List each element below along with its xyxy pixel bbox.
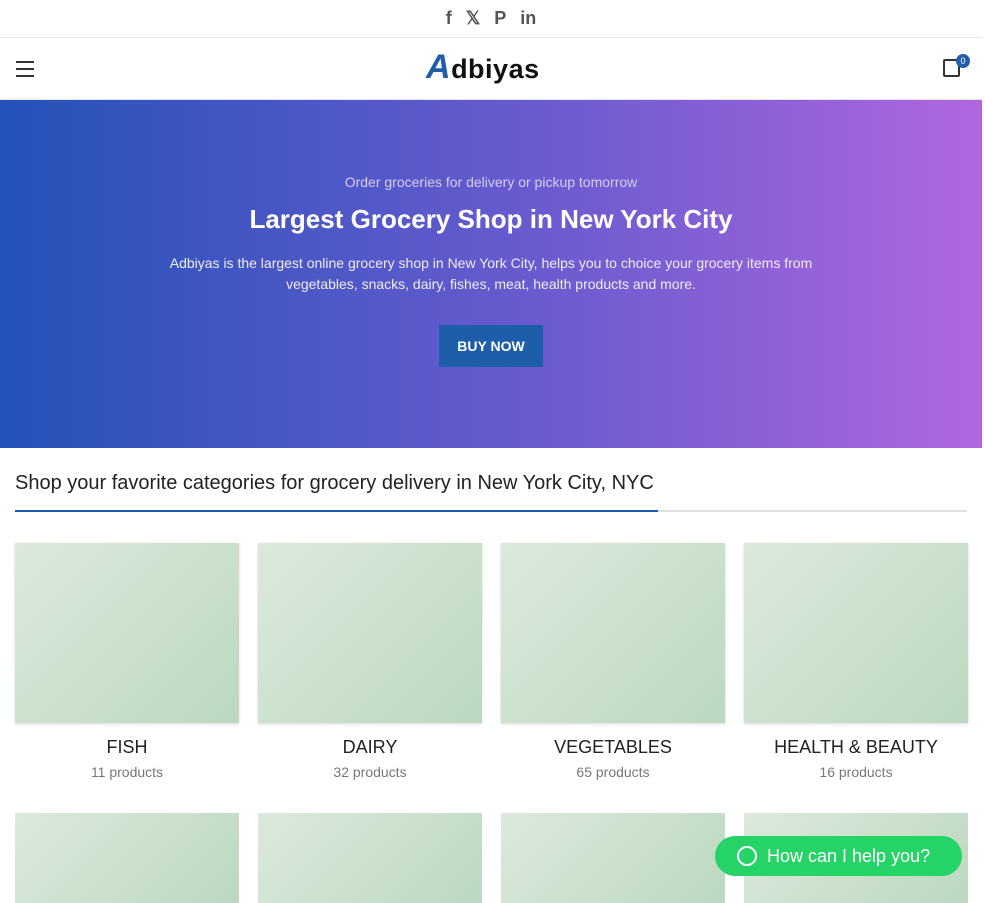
category-image[interactable] xyxy=(15,813,239,903)
category-image[interactable] xyxy=(501,543,725,723)
facebook-icon[interactable]: f xyxy=(446,8,452,29)
category-name[interactable]: HEALTH & BEAUTY xyxy=(744,737,968,758)
category-fish[interactable]: FISH 11 products xyxy=(15,543,239,780)
pinterest-icon[interactable]: P xyxy=(494,8,506,29)
hero-banner: Order groceries for delivery or pickup t… xyxy=(0,100,982,448)
category-count: 16 products xyxy=(819,764,893,780)
category-count: 65 products xyxy=(576,764,650,780)
logo-text[interactable]: Adbiyas xyxy=(426,50,540,84)
categories-title: Shop your favorite categories for grocer… xyxy=(15,472,654,494)
buy-now-button[interactable]: BUY NOW xyxy=(439,325,543,367)
menu-icon[interactable] xyxy=(16,61,34,82)
category-name[interactable]: DAIRY xyxy=(258,737,482,758)
category-image[interactable] xyxy=(744,543,968,723)
whatsapp-chat-button[interactable]: How can I help you? xyxy=(715,836,962,876)
x-icon[interactable]: 𝕏 xyxy=(466,8,481,29)
category-count: 32 products xyxy=(333,764,407,780)
category-image[interactable] xyxy=(258,543,482,723)
cart-count-badge: 0 xyxy=(956,54,970,68)
category-name[interactable]: VEGETABLES xyxy=(501,737,725,758)
social-bar: f 𝕏 P in xyxy=(0,0,982,38)
category-health-beauty[interactable]: HEALTH & BEAUTY 16 products xyxy=(744,543,968,780)
header: Adbiyas 0 xyxy=(0,38,982,100)
hero-text: Adbiyas is the largest online grocery sh… xyxy=(169,255,813,292)
category-dairy[interactable]: DAIRY 32 products xyxy=(258,543,482,780)
linkedin-icon[interactable]: in xyxy=(520,8,536,29)
logo[interactable]: Adbiyas xyxy=(426,50,540,84)
category-name[interactable]: FISH xyxy=(15,737,239,758)
category-count: 11 products xyxy=(90,764,164,780)
divider xyxy=(15,510,967,512)
category-image[interactable] xyxy=(15,543,239,723)
whatsapp-icon xyxy=(737,846,757,866)
hero-subtitle: Order groceries for delivery or pickup t… xyxy=(344,174,638,190)
whatsapp-label: How can I help you? xyxy=(767,845,931,866)
category-image[interactable] xyxy=(501,813,725,903)
hero-title: Largest Grocery Shop in New York City xyxy=(249,204,733,234)
category-image[interactable] xyxy=(258,813,482,903)
category-vegetables[interactable]: VEGETABLES 65 products xyxy=(501,543,725,780)
